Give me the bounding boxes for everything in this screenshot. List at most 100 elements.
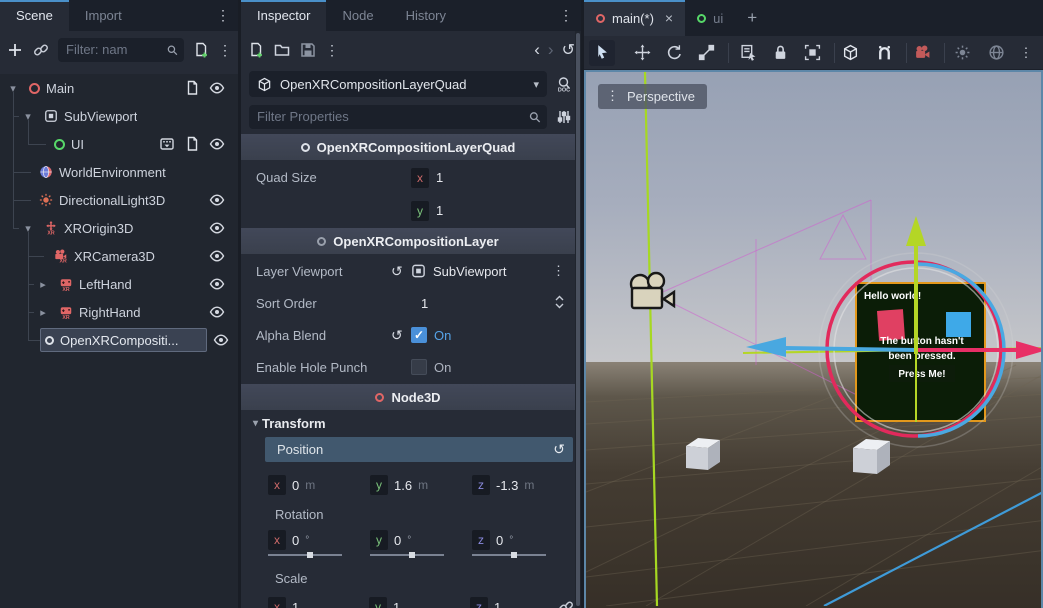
scene-tab-main[interactable]: main(*) ×: [584, 0, 685, 36]
property-filter-row: [241, 100, 581, 133]
load-resource-button[interactable]: [273, 41, 291, 59]
visibility-toggle[interactable]: [208, 247, 226, 265]
box-mesh-right[interactable]: [853, 439, 890, 474]
close-icon[interactable]: ×: [665, 10, 673, 26]
inspector-scrollbar[interactable]: [575, 31, 581, 608]
scene-tree-menu-button[interactable]: ⋮: [218, 43, 232, 57]
viewport-canvas[interactable]: Hello world! The button hasn't been pres…: [584, 70, 1043, 608]
scene-dock-menu-button[interactable]: ⋮: [208, 0, 238, 31]
visibility-toggle[interactable]: [208, 191, 226, 209]
inspector-menu-button[interactable]: ⋮: [551, 0, 581, 31]
position-y-field[interactable]: 1.6: [394, 478, 412, 493]
tree-row-worldenvironment[interactable]: WorldEnvironment: [0, 158, 238, 186]
history-forward-button[interactable]: ›: [548, 40, 554, 60]
scale-z-field[interactable]: 1: [494, 600, 501, 608]
scale-tool-button[interactable]: [693, 40, 719, 66]
tab-inspector[interactable]: Inspector: [241, 0, 326, 31]
scene-tab-ui[interactable]: ui: [685, 0, 735, 36]
snap-toggle-button[interactable]: [871, 40, 897, 66]
property-tools-button[interactable]: [555, 108, 573, 126]
revert-icon[interactable]: ↺: [391, 327, 411, 344]
visibility-toggle[interactable]: [208, 303, 226, 321]
tree-row-main[interactable]: ▾ Main: [0, 74, 238, 102]
tree-row-lefthand[interactable]: ▸ XR LeftHand: [0, 270, 238, 298]
visibility-toggle[interactable]: [212, 331, 230, 349]
tab-history[interactable]: History: [390, 0, 462, 31]
tree-node-label: OpenXRCompositi...: [60, 333, 179, 348]
rotation-x-field[interactable]: 0: [292, 533, 299, 548]
revert-icon[interactable]: ↺: [553, 441, 565, 458]
axis-y-badge: y: [370, 530, 388, 550]
property-layer-viewport: Layer Viewport ↺ SubViewport ⋮: [241, 255, 575, 287]
preview-sun-button[interactable]: [949, 40, 975, 66]
mesh-gizmo-button[interactable]: [837, 40, 863, 66]
tree-row-subviewport[interactable]: ▾ SubViewport: [0, 102, 238, 130]
add-node-button[interactable]: [6, 41, 24, 59]
scene-filter-input[interactable]: [66, 42, 166, 57]
tab-scene[interactable]: Scene: [0, 0, 69, 31]
rotation-z-field[interactable]: 0: [496, 533, 503, 548]
viewport-options-button[interactable]: ⋮: [552, 263, 565, 279]
rotation-x-slider[interactable]: [268, 554, 342, 556]
camera-preview-button[interactable]: [909, 40, 935, 66]
perspective-menu-button[interactable]: ⋮ Perspective: [598, 84, 707, 109]
object-history-button[interactable]: ↺: [562, 40, 575, 60]
select-tool-button[interactable]: [589, 40, 615, 66]
position-x-field[interactable]: 0: [292, 478, 299, 493]
quad-size-y-field[interactable]: 1: [436, 203, 443, 218]
tab-import[interactable]: Import: [69, 0, 138, 31]
box-mesh-left[interactable]: [686, 438, 720, 470]
instantiate-scene-button[interactable]: [32, 41, 50, 59]
tree-guide: [28, 144, 46, 145]
new-scene-tab-button[interactable]: +: [735, 0, 769, 36]
resource-menu-button[interactable]: ⋮: [325, 43, 339, 57]
script-button[interactable]: [183, 135, 201, 153]
transform-group-header[interactable]: ▾ Transform: [241, 411, 575, 435]
quad-size-x-field[interactable]: 1: [436, 170, 443, 185]
category-openxrcompositionlayer[interactable]: OpenXRCompositionLayer: [241, 228, 575, 254]
script-button[interactable]: [183, 79, 201, 97]
category-openxrcompositionlayerquad[interactable]: OpenXRCompositionLayerQuad: [241, 134, 575, 160]
tree-row-righthand[interactable]: ▸ XR RightHand: [0, 298, 238, 326]
lock-node-button[interactable]: [767, 40, 793, 66]
chevron-right-icon[interactable]: ▸: [36, 278, 50, 291]
tree-row-xrorigin3d[interactable]: ▾ XR XROrigin3D: [0, 214, 238, 242]
visibility-toggle[interactable]: [208, 275, 226, 293]
sort-order-spinner[interactable]: [554, 295, 565, 312]
rotation-y-slider[interactable]: [370, 554, 444, 556]
node-type-selector[interactable]: OpenXRCompositionLayerQuad ▾: [249, 71, 547, 97]
visibility-toggle[interactable]: [208, 135, 226, 153]
position-z-field[interactable]: -1.3: [496, 478, 518, 493]
open-docs-button[interactable]: DOC: [555, 75, 573, 93]
tab-node[interactable]: Node: [326, 0, 389, 31]
rotate-tool-button[interactable]: [661, 40, 687, 66]
category-node3d[interactable]: Node3D: [241, 384, 575, 410]
viewport-menu-button[interactable]: ⋮: [1013, 40, 1039, 66]
tree-row-directionallight3d[interactable]: DirectionalLight3D: [0, 186, 238, 214]
history-back-button[interactable]: ‹: [534, 40, 540, 60]
move-tool-button[interactable]: [629, 40, 655, 66]
visibility-toggle[interactable]: [208, 79, 226, 97]
property-filter-input[interactable]: [257, 109, 528, 124]
environment-globe-icon: [988, 44, 1005, 61]
chevron-right-icon[interactable]: ▸: [36, 306, 50, 319]
rotation-y-field[interactable]: 0: [394, 533, 401, 548]
list-select-button[interactable]: [735, 40, 761, 66]
revert-icon[interactable]: ↺: [391, 263, 411, 280]
layer-viewport-value[interactable]: SubViewport: [433, 264, 506, 279]
rotation-z-slider[interactable]: [472, 554, 546, 556]
alpha-blend-checkbox[interactable]: ✓: [411, 327, 427, 343]
instance-options-button[interactable]: [158, 135, 176, 153]
visibility-toggle[interactable]: [208, 219, 226, 237]
camera-gizmo-icon[interactable]: [631, 273, 674, 308]
property-position-header[interactable]: Position ↺: [265, 437, 573, 462]
preview-environment-button[interactable]: [983, 40, 1009, 66]
scale-x-field[interactable]: 1: [292, 600, 299, 608]
scale-y-field[interactable]: 1: [393, 600, 400, 608]
save-resource-button[interactable]: [299, 41, 317, 59]
new-resource-button[interactable]: [247, 41, 265, 59]
group-node-button[interactable]: [799, 40, 825, 66]
attach-script-button[interactable]: [192, 41, 210, 59]
hole-punch-checkbox[interactable]: [411, 359, 427, 375]
sort-order-field[interactable]: 1: [421, 296, 428, 311]
